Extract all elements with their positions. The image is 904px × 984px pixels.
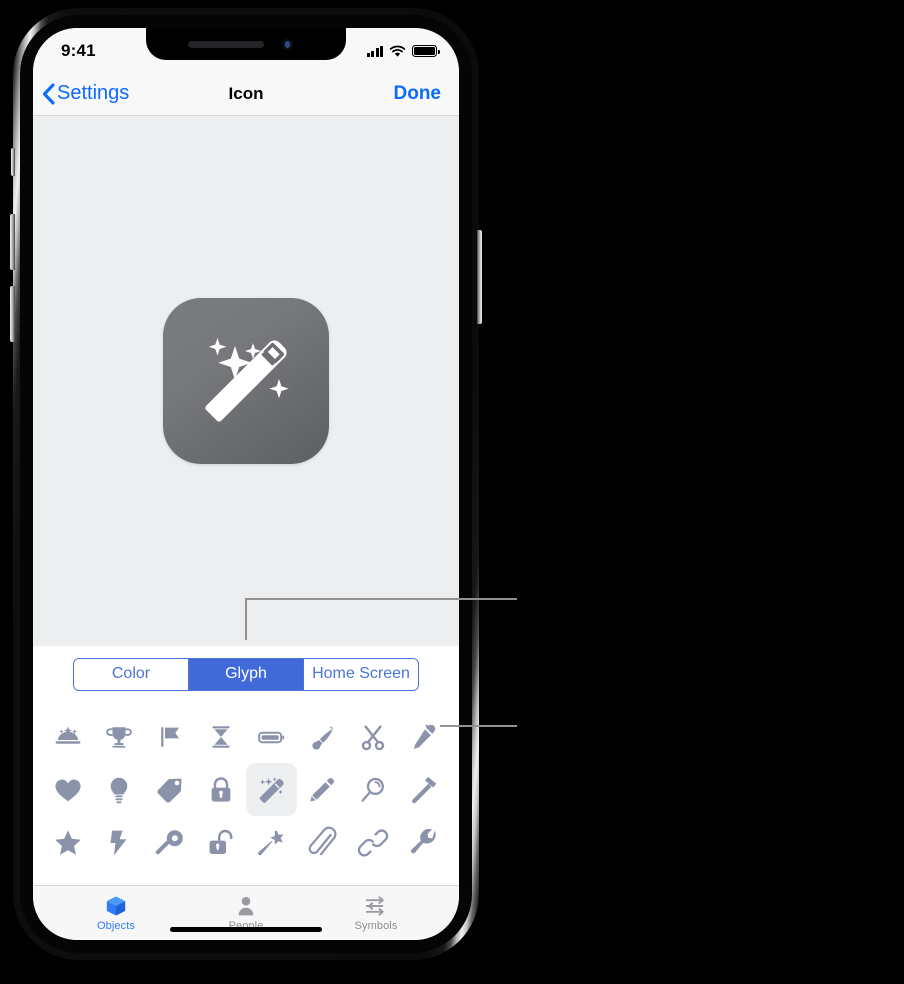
status-bar-indicators	[366, 45, 440, 58]
app-icon-preview[interactable]	[163, 298, 329, 464]
signal-bars-icon	[366, 45, 383, 57]
back-button[interactable]: Settings	[42, 82, 129, 105]
tab-objects-label: Objects	[97, 920, 135, 932]
sliders-icon	[365, 896, 384, 916]
navigation-bar: Settings Icon Done	[33, 72, 459, 116]
glyph-key-icon[interactable]	[145, 816, 196, 869]
icon-preview-area	[33, 116, 459, 646]
glyph-paintbrush-icon[interactable]	[297, 710, 348, 763]
segment-glyph[interactable]: Glyph	[189, 658, 304, 690]
device-notch	[146, 28, 346, 60]
status-bar-time: 9:41	[61, 41, 96, 60]
glyph-hourglass-icon[interactable]	[195, 710, 246, 763]
glyph-pencil-icon[interactable]	[297, 763, 348, 816]
glyph-wand-star-icon[interactable]	[246, 816, 297, 869]
front-camera-icon	[282, 39, 293, 50]
back-button-label: Settings	[57, 82, 130, 104]
glyph-tag-icon[interactable]	[145, 763, 196, 816]
glyph-grid[interactable]	[33, 702, 459, 878]
glyph-magic-wand-icon[interactable]	[246, 763, 297, 816]
glyph-wrench-icon[interactable]	[398, 816, 449, 869]
glyph-eyedropper-icon[interactable]	[398, 710, 449, 763]
callout-segmented-control-vertical	[245, 598, 247, 640]
glyph-magnifier-icon[interactable]	[348, 763, 399, 816]
person-icon	[238, 896, 254, 916]
glyph-lock-closed-icon[interactable]	[195, 763, 246, 816]
glyph-flag-icon[interactable]	[145, 710, 196, 763]
glyph-scissors-icon[interactable]	[348, 710, 399, 763]
done-button[interactable]: Done	[394, 83, 442, 105]
glyph-lightning-bolt-icon[interactable]	[94, 816, 145, 869]
silent-switch-button[interactable]	[11, 148, 15, 176]
earpiece-speaker	[188, 41, 264, 48]
icon-mode-segmented-control[interactable]: Color Glyph Home Screen	[73, 657, 419, 691]
callout-glyph-eyedropper-horizontal	[440, 725, 517, 727]
segmented-control-container: Color Glyph Home Screen	[33, 646, 459, 703]
segment-color[interactable]: Color	[74, 658, 189, 690]
glyph-trophy-icon[interactable]	[94, 710, 145, 763]
volume-down-button[interactable]	[10, 286, 15, 342]
glyph-paperclip-icon[interactable]	[297, 816, 348, 869]
chevron-left-icon	[42, 82, 55, 105]
glyph-lightbulb-icon[interactable]	[94, 763, 145, 816]
volume-up-button[interactable]	[10, 214, 15, 270]
home-indicator[interactable]	[170, 927, 322, 932]
glyph-food-dome-sparkles-icon[interactable]	[43, 710, 94, 763]
callout-segmented-control-horizontal	[245, 598, 517, 600]
segment-home-screen[interactable]: Home Screen	[304, 658, 418, 690]
glyph-link-icon[interactable]	[348, 816, 399, 869]
phone-screen: 9:41 Settings Icon Done Color Glyph Home…	[33, 28, 459, 940]
tab-objects[interactable]: Objects	[51, 886, 181, 940]
tab-symbols[interactable]: Symbols	[311, 886, 441, 940]
glyph-star-icon[interactable]	[43, 816, 94, 869]
wifi-icon	[389, 45, 406, 57]
cube-icon	[106, 896, 126, 916]
magic-wand-sparkles-icon	[205, 338, 289, 422]
glyph-hammer-icon[interactable]	[398, 763, 449, 816]
glyph-battery-icon[interactable]	[246, 710, 297, 763]
glyph-lock-open-icon[interactable]	[195, 816, 246, 869]
tab-symbols-label: Symbols	[354, 920, 398, 932]
battery-full-icon	[412, 45, 440, 57]
glyph-heart-icon[interactable]	[43, 763, 94, 816]
power-button[interactable]	[477, 230, 482, 324]
